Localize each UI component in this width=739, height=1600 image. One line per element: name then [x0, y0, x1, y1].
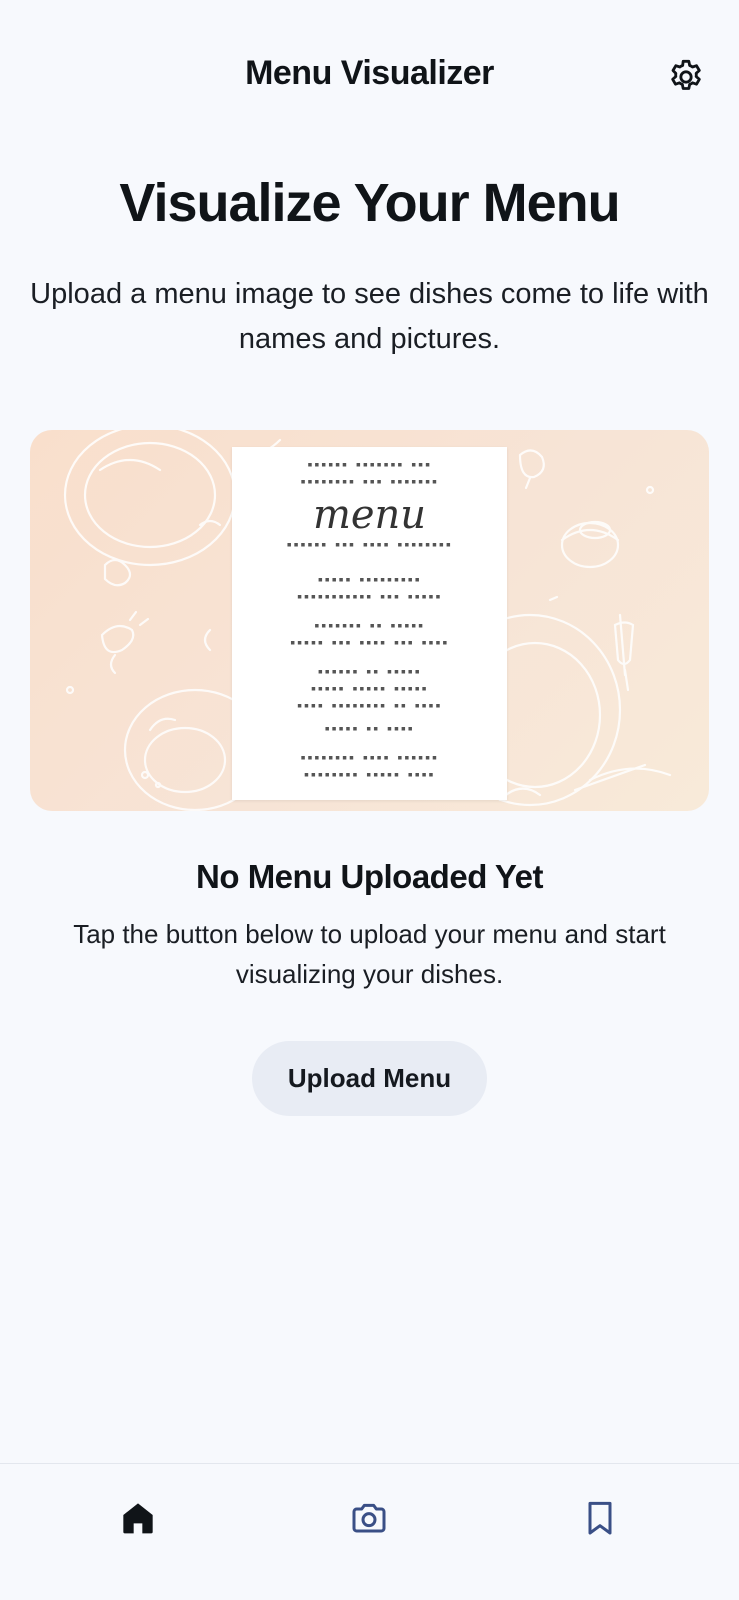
menu-text-line: ▪▪▪▪▪▪▪ ▪▪ ▪▪▪▪▪ — [314, 621, 425, 631]
nav-bookmarks[interactable] — [570, 1488, 630, 1548]
empty-state-subtitle: Tap the button below to upload your menu… — [73, 919, 666, 989]
menu-text-line: ▪▪▪▪▪▪ ▪▪▪ ▪▪▪▪ ▪▪▪▪▪▪▪▪ — [286, 540, 453, 550]
menu-text-line: ▪▪▪▪▪ ▪▪▪▪▪ ▪▪▪▪▪ — [310, 684, 429, 694]
home-icon — [123, 1503, 153, 1534]
nav-camera[interactable] — [339, 1488, 399, 1548]
app-title: Menu Visualizer — [245, 54, 494, 92]
gear-icon — [671, 59, 701, 90]
settings-button[interactable] — [664, 55, 708, 99]
hero-title: Visualize Your Menu — [119, 173, 620, 233]
app-screen: Menu Visualizer Visualize Your Menu Uplo… — [0, 0, 739, 1600]
header: Menu Visualizer — [0, 0, 739, 150]
menu-word: menu — [312, 492, 427, 538]
menu-text-line: ▪▪▪▪▪▪ ▪▪▪▪▪▪▪ ▪▪▪ — [307, 460, 432, 470]
menu-text-line: ▪▪▪▪▪▪▪▪ ▪▪▪▪▪ ▪▪▪▪ — [303, 770, 436, 780]
menu-text-line: ▪▪▪▪▪▪ ▪▪ ▪▪▪▪▪ — [317, 667, 422, 677]
nav-home[interactable] — [108, 1488, 168, 1548]
menu-text-line: ▪▪▪▪▪ ▪▪▪ ▪▪▪▪ ▪▪▪ ▪▪▪▪ — [289, 638, 450, 648]
camera-icon — [352, 1503, 386, 1533]
menu-text-line: ▪▪▪▪▪ ▪▪▪▪▪▪▪▪▪ — [317, 575, 422, 585]
bottom-nav — [0, 1463, 739, 1600]
menu-illustration: ▪▪▪▪▪▪ ▪▪▪▪▪▪▪ ▪▪▪ ▪▪▪▪▪▪▪▪ ▪▪▪ ▪▪▪▪▪▪▪ … — [30, 430, 709, 811]
menu-text-line: ▪▪▪▪▪▪▪▪ ▪▪▪▪ ▪▪▪▪▪▪ — [300, 753, 439, 763]
menu-text-line: ▪▪▪▪▪▪▪▪▪▪▪ ▪▪▪ ▪▪▪▪▪ — [296, 592, 443, 602]
empty-state-title: No Menu Uploaded Yet — [196, 858, 543, 895]
menu-text-line: ▪▪▪▪ ▪▪▪▪▪▪▪▪ ▪▪ ▪▪▪▪ — [296, 701, 443, 711]
upload-menu-button[interactable]: Upload Menu — [252, 1041, 487, 1116]
hero-subtitle: Upload a menu image to see dishes come t… — [30, 278, 709, 355]
menu-text-line: ▪▪▪▪▪▪▪▪ ▪▪▪ ▪▪▪▪▪▪▪ — [300, 477, 439, 487]
menu-paper: ▪▪▪▪▪▪ ▪▪▪▪▪▪▪ ▪▪▪ ▪▪▪▪▪▪▪▪ ▪▪▪ ▪▪▪▪▪▪▪ … — [232, 447, 507, 800]
bookmark-icon — [588, 1501, 612, 1535]
menu-text-line: ▪▪▪▪▪ ▪▪ ▪▪▪▪ — [324, 724, 415, 734]
